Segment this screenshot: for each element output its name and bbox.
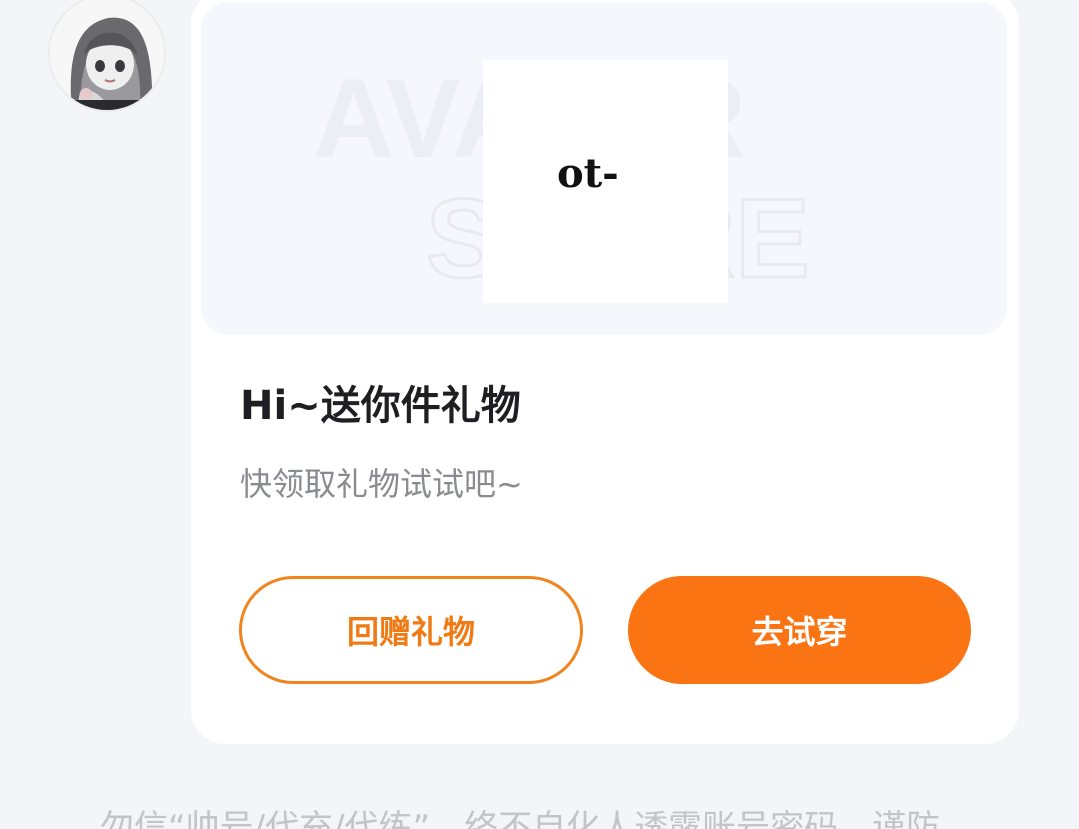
- gift-item-image[interactable]: ot-: [483, 60, 728, 303]
- anime-girl-avatar-icon: [50, 0, 164, 110]
- sender-avatar[interactable]: [48, 0, 166, 112]
- gift-banner: AVATAR STORE ot-: [201, 2, 1007, 335]
- return-gift-button[interactable]: 回赠礼物: [239, 576, 583, 684]
- gift-title: Hi~送你件礼物: [240, 383, 521, 429]
- try-on-button[interactable]: 去试穿: [628, 576, 971, 684]
- safety-notice: 勿信“帅号/代充/代练”，络不自化人透露账号密码，谨防: [100, 808, 941, 829]
- gift-image-text: ot-: [557, 150, 619, 197]
- gift-message-card: AVATAR STORE ot- Hi~送你件礼物 快领取礼物试试吧~ 回赠礼物…: [191, 0, 1019, 744]
- gift-subtitle: 快领取礼物试试吧~: [240, 465, 523, 503]
- chat-screen: AVATAR STORE ot- Hi~送你件礼物 快领取礼物试试吧~ 回赠礼物…: [0, 0, 1079, 829]
